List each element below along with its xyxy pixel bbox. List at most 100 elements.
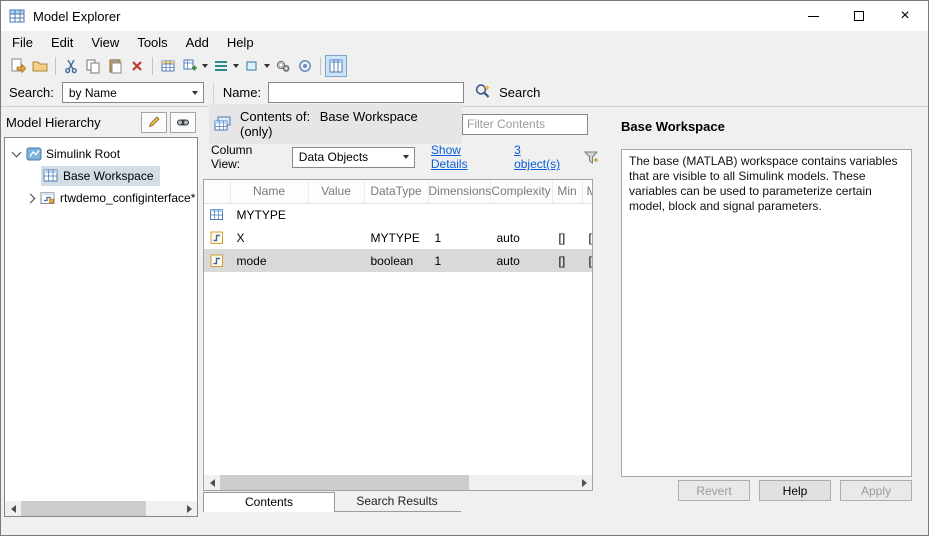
scroll-left-icon[interactable] <box>204 475 220 490</box>
view-options-button[interactable] <box>170 111 196 133</box>
tree-item-label: Simulink Root <box>46 147 121 161</box>
cell-value <box>308 226 364 249</box>
scroll-thumb[interactable] <box>220 475 470 490</box>
open-icon[interactable] <box>29 55 51 77</box>
show-details-link[interactable]: Show Details <box>431 143 498 171</box>
cell-datatype: MYTYPE <box>370 230 420 245</box>
cell-name: MYTYPE <box>236 207 286 222</box>
paste-icon[interactable] <box>104 55 126 77</box>
menu-add[interactable]: Add <box>177 33 218 52</box>
table-row[interactable]: MYTYPE <box>204 203 592 226</box>
column-header-datatype[interactable]: DataType <box>364 180 429 204</box>
apply-button[interactable]: Apply <box>840 480 912 501</box>
search-button[interactable]: Search <box>474 82 540 103</box>
add-block-icon <box>241 55 263 77</box>
maximize-button[interactable] <box>836 1 882 31</box>
tree-item-label: Base Workspace <box>63 169 154 183</box>
copy-icon[interactable] <box>82 55 104 77</box>
object-count-link[interactable]: 3 object(s) <box>514 143 568 171</box>
menu-file[interactable]: File <box>3 33 42 52</box>
objects-table: Name Value DataType Dimensions Complexit… <box>203 179 593 491</box>
table-header-row: Name Value DataType Dimensions Complexit… <box>204 180 592 204</box>
filter-contents-input[interactable] <box>462 113 588 135</box>
column-header-name[interactable]: Name <box>230 180 309 204</box>
cell-datatype: boolean <box>364 249 428 272</box>
table-row-selected[interactable]: mode boolean 1 auto [] [] <box>204 249 592 272</box>
column-view-value: Data Objects <box>298 150 369 164</box>
search-separator <box>212 82 214 103</box>
tree-item-label: rtwdemo_configinterface* <box>60 191 196 205</box>
name-input[interactable] <box>268 82 465 103</box>
add-data-icon[interactable] <box>157 55 179 77</box>
search-mode-dropdown[interactable]: by Name <box>61 82 204 103</box>
model-hierarchy-tree: Simulink Root Base Workspace rtwdemo_con… <box>4 137 198 517</box>
datatype-object-icon <box>210 208 224 222</box>
scroll-right-icon[interactable] <box>181 501 197 516</box>
column-header-value[interactable]: Value <box>308 180 365 204</box>
cut-icon[interactable] <box>60 55 82 77</box>
glasses-icon <box>177 119 189 126</box>
menu-edit[interactable]: Edit <box>42 33 82 52</box>
column-view-dropdown[interactable]: Data Objects <box>291 146 415 168</box>
tree-item-simulink-root[interactable]: Simulink Root <box>5 143 197 165</box>
column-header-min[interactable]: Min <box>552 180 583 204</box>
edit-hierarchy-button[interactable] <box>141 111 167 133</box>
add-object-icon <box>179 55 201 77</box>
search-mode-value: by Name <box>68 85 117 100</box>
close-icon: × <box>900 7 910 24</box>
expand-collapse-icon[interactable] <box>11 147 22 158</box>
pencil-icon <box>148 116 160 128</box>
menu-help[interactable]: Help <box>218 33 263 52</box>
toolbar-separator <box>55 57 56 75</box>
revert-button[interactable]: Revert <box>678 480 750 501</box>
column-header-max[interactable]: Max <box>582 180 592 204</box>
new-model-icon[interactable] <box>7 55 29 77</box>
scroll-right-icon[interactable] <box>576 475 592 490</box>
column-header-complexity[interactable]: Complexity <box>490 180 553 204</box>
contents-of-label: Contents of: <box>240 109 311 124</box>
toolbar <box>1 53 928 79</box>
filter-options-button[interactable] <box>582 147 601 167</box>
close-button[interactable]: × <box>882 1 928 31</box>
menubar: File Edit View Tools Add Help <box>1 31 928 53</box>
contents-icon <box>214 116 232 132</box>
add-connection-button[interactable] <box>210 55 241 77</box>
help-button[interactable]: Help <box>759 480 831 501</box>
scroll-thumb[interactable] <box>21 501 146 516</box>
tree-item-base-workspace[interactable]: Base Workspace <box>5 165 197 187</box>
column-header-icon[interactable] <box>204 180 231 204</box>
column-view-icon[interactable] <box>325 55 347 77</box>
table-hscrollbar[interactable] <box>204 475 592 490</box>
expand-collapse-icon[interactable] <box>25 193 36 203</box>
menu-view[interactable]: View <box>82 33 128 52</box>
cell-name: mode <box>230 249 308 272</box>
table-row[interactable]: X MYTYPE 1 auto [] [] <box>204 226 592 249</box>
model-hierarchy-panel: Model Hierarchy Simulink Root Base Works… <box>1 107 201 535</box>
cell-name: X <box>236 230 245 245</box>
maximize-icon <box>854 11 864 21</box>
contents-target: Base Workspace <box>319 109 418 124</box>
contents-panel: Contents of: Base Workspace (only) Colum… <box>203 104 601 535</box>
dropdown-arrow-icon <box>191 90 198 95</box>
options-icon[interactable] <box>294 55 316 77</box>
gears-icon[interactable] <box>272 55 294 77</box>
tab-contents[interactable]: Contents <box>203 492 335 512</box>
hierarchy-hscrollbar[interactable] <box>5 501 197 516</box>
contents-scope: (only) <box>240 124 273 139</box>
scroll-track[interactable] <box>220 475 576 490</box>
delete-icon[interactable] <box>126 55 148 77</box>
scroll-track[interactable] <box>21 501 181 516</box>
search-button-label: Search <box>499 85 541 100</box>
tab-search-results[interactable]: Search Results <box>335 492 459 511</box>
cell-max <box>582 203 592 226</box>
add-object-button[interactable] <box>179 55 210 77</box>
menu-tools[interactable]: Tools <box>128 33 176 52</box>
scroll-left-icon[interactable] <box>5 501 21 516</box>
titlebar[interactable]: Model Explorer × <box>1 1 928 31</box>
name-label: Name: <box>222 85 262 100</box>
cell-min: [] <box>558 230 566 245</box>
minimize-button[interactable] <box>790 1 836 31</box>
add-block-button[interactable] <box>241 55 272 77</box>
tree-item-rtwdemo-configinterface[interactable]: rtwdemo_configinterface* <box>5 187 197 209</box>
column-header-dimensions[interactable]: Dimensions <box>428 180 491 204</box>
